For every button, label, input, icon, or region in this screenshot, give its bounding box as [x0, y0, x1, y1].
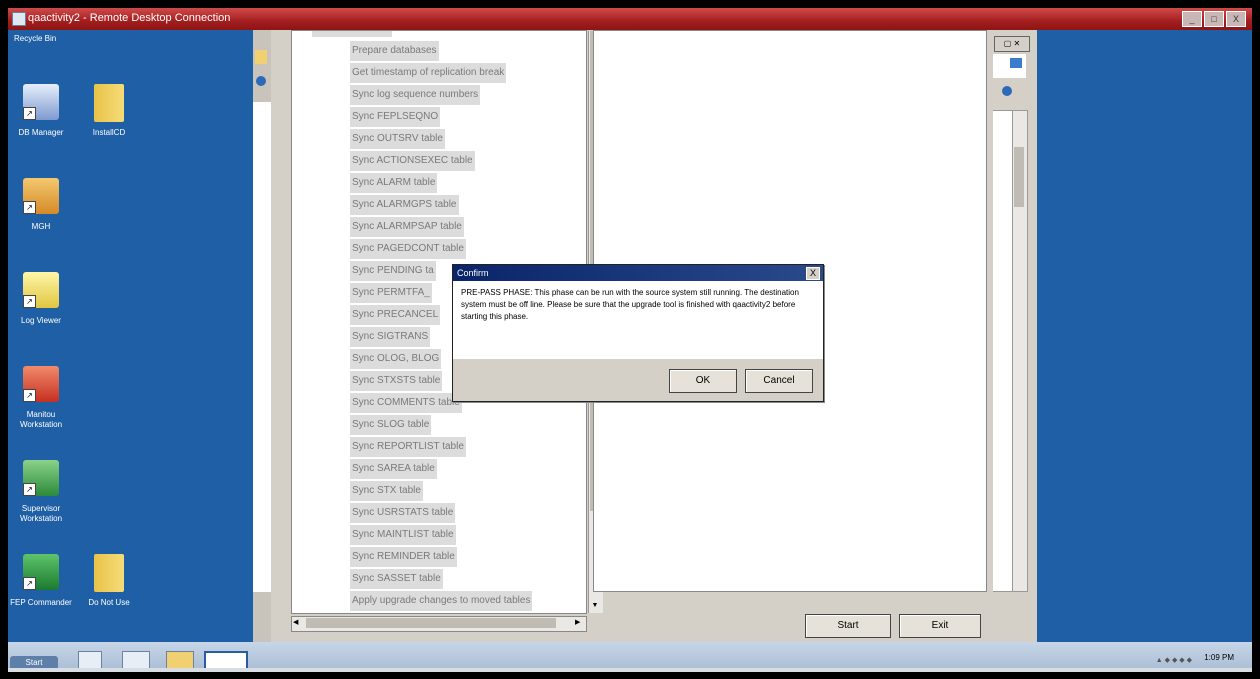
back-icon[interactable] [256, 76, 266, 86]
tree-item[interactable]: Sync REMINDER table [350, 547, 457, 567]
tree-item[interactable]: Sync MAINTLIST table [350, 525, 456, 545]
shortcut-arrow-icon: ↗ [23, 483, 36, 496]
desktop-icon-recycle-bin[interactable]: Recycle Bin [8, 34, 84, 44]
desktop-icon-label: MGH [31, 222, 51, 231]
tree-item[interactable]: Sync SASSET table [350, 569, 443, 589]
help-icon[interactable] [1002, 86, 1012, 96]
minimize-button[interactable]: _ [1182, 11, 1202, 27]
tree-item[interactable]: Sync SIGTRANS [350, 327, 431, 347]
scroll-right-icon[interactable]: ▶ [575, 618, 585, 628]
tree-item[interactable]: Sync PERMTFA_ [350, 283, 432, 303]
system-tray[interactable]: ▲ ◆ ◆ ◆ ◆ [1156, 656, 1192, 664]
manitou-icon: ↗ [23, 366, 59, 402]
tree-item[interactable]: Sync ALARMPSAP table [350, 217, 464, 237]
scrollbar-thumb[interactable] [306, 618, 556, 628]
tree-item[interactable]: Sync OUTSRV table [350, 129, 445, 149]
tree-item[interactable]: Prepare databases [350, 41, 439, 61]
tree-item[interactable]: Sync USRSTATS table [350, 503, 456, 523]
exit-button[interactable]: Exit [899, 614, 981, 638]
desktop-icon-label: DB Manager [18, 128, 64, 137]
desktop-icon-installcd[interactable]: InstallCD [74, 84, 144, 164]
tree-item[interactable]: Apply upgrade changes to moved tables [350, 591, 533, 611]
tree-horizontal-scrollbar[interactable]: ◀ ▶ [291, 616, 587, 632]
desktop-icon-log-viewer[interactable]: ↗ Log Viewer [8, 272, 76, 352]
tree-item[interactable]: Sync PENDING ta [350, 261, 436, 281]
background-window-left-edge [253, 30, 271, 642]
vertical-scrollbar[interactable] [1012, 111, 1027, 591]
mgh-icon: ↗ [23, 178, 59, 214]
tree-item[interactable]: Sync FEPLSEQNO [350, 107, 441, 127]
tree-item-partial [312, 31, 392, 37]
cancel-button[interactable]: Cancel [745, 369, 813, 393]
desktop-icon-fep-commander[interactable]: ↗ FEP Commander [8, 554, 76, 634]
scroll-down-icon[interactable]: ▼ [590, 601, 600, 611]
tree-item[interactable]: Sync COMMENTS table [350, 393, 462, 413]
window-buttons-icon[interactable]: ▢ ✕ [994, 36, 1030, 52]
fep-commander-icon: ↗ [23, 554, 59, 590]
desktop-icon-manitou-workstation[interactable]: ↗ Manitou Workstation [8, 366, 76, 446]
tree-item[interactable]: Sync ACTIONSEXEC table [350, 151, 475, 171]
folder-icon [94, 554, 124, 592]
shortcut-arrow-icon: ↗ [23, 577, 36, 590]
folder-icon [94, 84, 124, 122]
desktop-icon-supervisor-workstation[interactable]: ↗ Supervisor Workstation [8, 460, 76, 540]
supervisor-icon: ↗ [23, 460, 59, 496]
tree-item[interactable]: Sync log sequence numbers [350, 85, 481, 105]
shortcut-arrow-icon: ↗ [23, 295, 36, 308]
tree-item[interactable]: Sync SAREA table [350, 459, 437, 479]
ok-button[interactable]: OK [669, 369, 737, 393]
confirm-close-icon[interactable]: X [806, 267, 820, 280]
shortcut-arrow-icon: ↗ [23, 107, 36, 120]
tree-item[interactable]: Sync REPORTLIST table [350, 437, 466, 457]
desktop-icon-label: Do Not Use [88, 598, 130, 607]
tree-item[interactable]: Sync STX table [350, 481, 423, 501]
view-icon[interactable] [1010, 58, 1022, 68]
remote-desktop-icon [12, 12, 26, 26]
confirm-titlebar[interactable]: Confirm X [453, 265, 823, 281]
tree-item[interactable]: Get timestamp of replication break [350, 63, 507, 83]
tree-item[interactable]: Sync STXSTS table [350, 371, 443, 391]
confirm-title: Confirm [457, 268, 489, 278]
desktop-icon-label: Manitou Workstation [19, 410, 63, 429]
tree-item[interactable]: Sync OLOG, BLOG [350, 349, 442, 369]
toolbar-area [992, 54, 1026, 78]
window-title: qaactivity2 - Remote Desktop Connection [28, 12, 231, 24]
tree-item[interactable]: Sync ALARMGPS table [350, 195, 459, 215]
desktop-icon-label: FEP Commander [10, 598, 72, 607]
desktop-icon-label: InstallCD [92, 128, 126, 137]
tree-item[interactable]: Sync ALARM table [350, 173, 438, 193]
db-manager-icon: ↗ [23, 84, 59, 120]
desktop-icon-label: Supervisor Workstation [19, 504, 63, 523]
desktop-icon-mgh[interactable]: ↗ MGH [8, 178, 76, 258]
scroll-left-icon[interactable]: ◀ [293, 618, 303, 628]
folder-icon [255, 50, 267, 64]
desktop-icon-label: Log Viewer [21, 316, 61, 325]
start-button[interactable]: Start [805, 614, 891, 638]
bottom-strip [8, 668, 1252, 672]
shortcut-arrow-icon: ↗ [23, 389, 36, 402]
tree-item[interactable]: Sync SLOG table [350, 415, 432, 435]
desktop-icon-do-not-use[interactable]: Do Not Use [74, 554, 144, 634]
taskbar-clock[interactable]: 1:09 PM [1204, 653, 1234, 662]
tree-item[interactable]: Sync PRECANCEL [350, 305, 441, 325]
confirm-dialog: Confirm X PRE-PASS PHASE: This phase can… [452, 264, 824, 402]
desktop-icon-db-manager[interactable]: ↗ DB Manager [8, 84, 76, 164]
background-window-content [253, 102, 271, 592]
background-window-right: ▢ ✕ [992, 30, 1036, 642]
maximize-button[interactable]: □ [1204, 11, 1224, 27]
window-controls: _ □ X [1182, 11, 1246, 27]
log-viewer-icon: ↗ [23, 272, 59, 308]
scrollbar-thumb[interactable] [1014, 147, 1024, 207]
shortcut-arrow-icon: ↗ [23, 201, 36, 214]
confirm-message: PRE-PASS PHASE: This phase can be run wi… [461, 288, 799, 321]
tree-item[interactable]: Sync PAGEDCONT table [350, 239, 466, 259]
window-titlebar[interactable]: qaactivity2 - Remote Desktop Connection … [8, 8, 1252, 30]
list-panel [992, 110, 1028, 592]
close-button[interactable]: X [1226, 11, 1246, 27]
